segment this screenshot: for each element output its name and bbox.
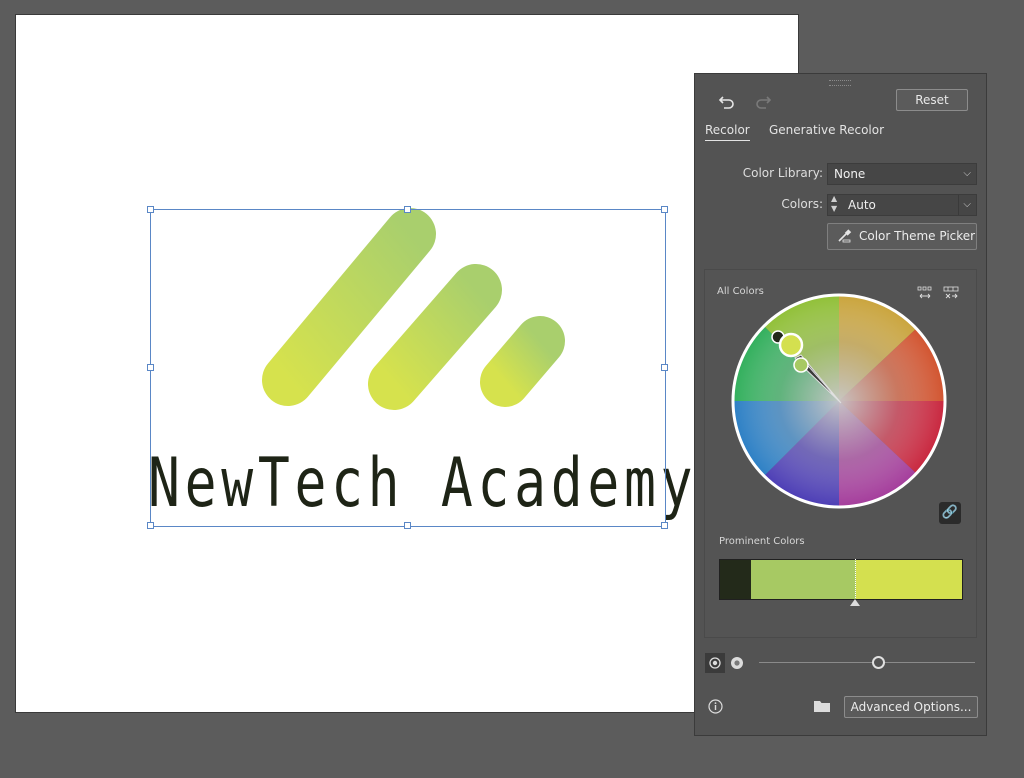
selection-handle[interactable] <box>661 522 668 529</box>
undo-icon[interactable] <box>717 92 737 112</box>
color-library-label: Color Library: <box>742 166 823 180</box>
colors-select[interactable]: ▲ ▼ Auto ⌵ <box>827 194 977 216</box>
eyedropper-icon <box>838 229 852 243</box>
selection-handle[interactable] <box>147 522 154 529</box>
brightness-mode-icon[interactable] <box>727 653 747 673</box>
color-theme-picker-button[interactable]: Color Theme Picker <box>827 223 977 250</box>
info-icon[interactable] <box>708 699 723 714</box>
prominent-divider-handle[interactable] <box>849 599 860 606</box>
stepper-icon[interactable]: ▲ ▼ <box>831 194 837 214</box>
selection-handle[interactable] <box>661 206 668 213</box>
color-marker-base <box>778 332 804 358</box>
selection-handle[interactable] <box>147 206 154 213</box>
color-library-select[interactable]: None ⌵ <box>827 163 977 185</box>
tab-recolor[interactable]: Recolor <box>705 123 750 141</box>
color-marker-green <box>793 357 809 373</box>
hue-mode-icon[interactable] <box>705 653 725 673</box>
panel-grip[interactable] <box>829 80 851 86</box>
selection-handle[interactable] <box>661 364 668 371</box>
color-editor-area: All Colors 🔗 Prominent Colors <box>704 269 977 638</box>
chevron-down-icon: ⌵ <box>963 168 971 179</box>
prominent-color-swatch[interactable] <box>751 560 856 599</box>
color-theme-picker-label: Color Theme Picker <box>859 229 976 243</box>
selection-handle[interactable] <box>147 364 154 371</box>
folder-icon[interactable] <box>814 700 830 712</box>
recolor-panel: Reset Recolor Generative Recolor Color L… <box>694 73 987 736</box>
tab-generative-recolor[interactable]: Generative Recolor <box>769 123 884 137</box>
prominent-colors-bar[interactable] <box>719 559 963 600</box>
color-wheel[interactable] <box>731 293 947 509</box>
saturation-slider-track[interactable] <box>759 662 975 663</box>
redo-icon[interactable] <box>753 92 773 112</box>
selection-bounding-box[interactable] <box>150 209 666 527</box>
saturation-slider-thumb[interactable] <box>871 656 885 669</box>
chevron-down-icon: ⌵ <box>958 195 971 215</box>
selection-handle[interactable] <box>404 206 411 213</box>
prominent-divider[interactable] <box>854 559 857 598</box>
advanced-options-button[interactable]: Advanced Options... <box>844 696 978 718</box>
prominent-color-swatch[interactable] <box>720 560 752 599</box>
colors-label: Colors: <box>781 197 823 211</box>
color-library-value: None <box>834 167 866 181</box>
selection-handle[interactable] <box>404 522 411 529</box>
prominent-colors-label: Prominent Colors <box>719 536 805 547</box>
prominent-color-swatch[interactable] <box>855 560 962 599</box>
reset-button[interactable]: Reset <box>896 89 968 111</box>
link-icon[interactable]: 🔗 <box>939 502 961 524</box>
